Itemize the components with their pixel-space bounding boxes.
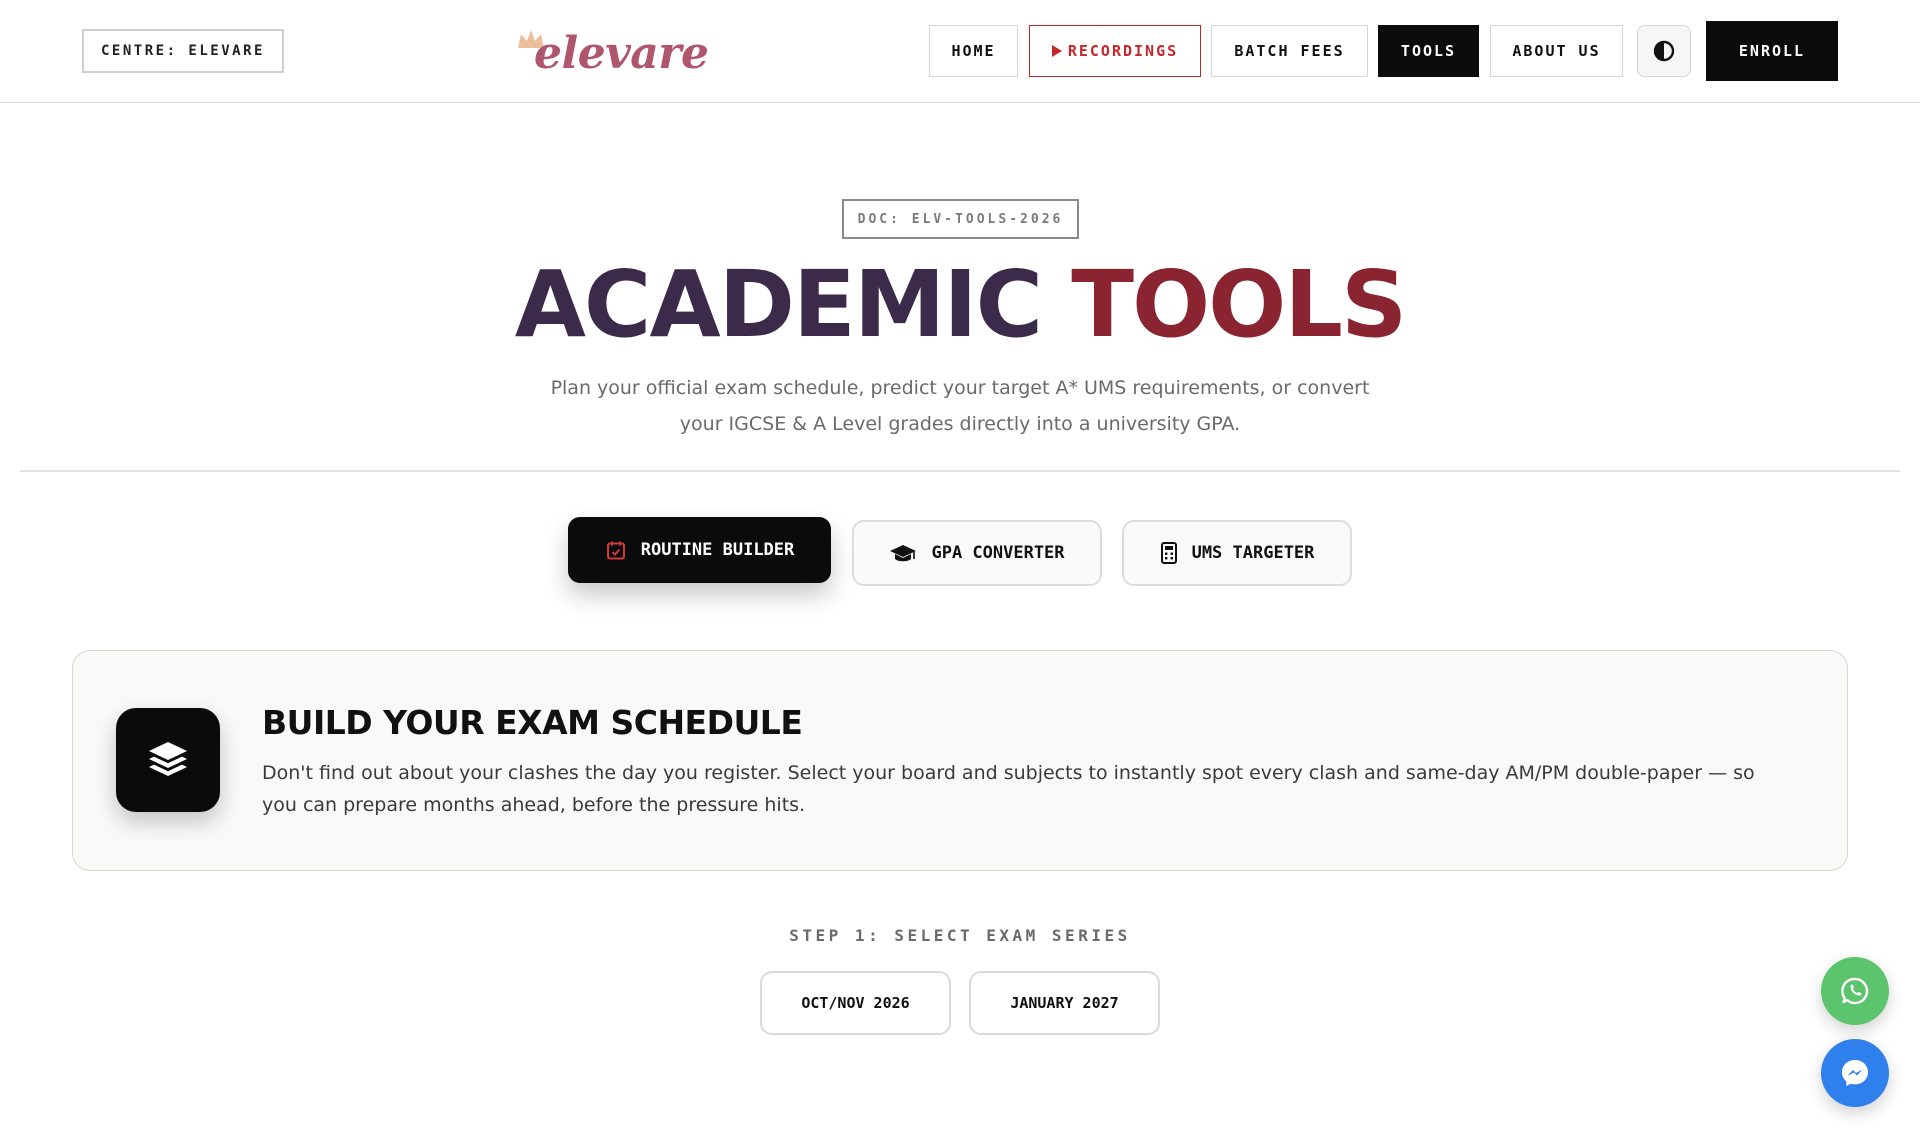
logo-wordmark: elevare: [534, 28, 709, 79]
schedule-info-card: BUILD YOUR EXAM SCHEDULE Don't find out …: [72, 650, 1848, 871]
series-option-label: OCT/NOV 2026: [801, 994, 910, 1012]
nav-about-us-label: ABOUT US: [1512, 42, 1601, 60]
page-title: ACADEMIC TOOLS: [0, 250, 1920, 360]
nav-home-label: HOME: [951, 42, 996, 60]
nav-batch-fees[interactable]: BATCH FEES: [1211, 25, 1368, 77]
card-description: Don't find out about your clashes the da…: [262, 762, 1755, 816]
graduation-cap-icon: [890, 545, 917, 562]
theme-toggle-button[interactable]: [1637, 25, 1691, 77]
nav-home[interactable]: HOME: [929, 25, 1018, 77]
whatsapp-button[interactable]: [1821, 957, 1889, 1025]
calculator-icon: [1160, 542, 1177, 564]
step-label: STEP 1: SELECT EXAM SERIES: [789, 926, 1131, 945]
doc-badge: DOC: ELV-TOOLS-2026: [842, 199, 1079, 239]
page-title-word-1: ACADEMIC: [514, 251, 1043, 358]
messenger-icon: [1842, 1060, 1868, 1086]
nav-about-us[interactable]: ABOUT US: [1490, 25, 1623, 77]
elevare-logo[interactable]: elevare: [516, 22, 709, 82]
page-title-word-2: TOOLS: [1071, 251, 1407, 358]
page-subtitle: Plan your official exam schedule, predic…: [540, 370, 1380, 442]
nav-recordings-label: RECORDINGS: [1067, 42, 1179, 60]
tab-routine-builder-label: ROUTINE BUILDER: [640, 540, 795, 560]
calendar-check-icon: [606, 541, 625, 560]
whatsapp-icon: [1841, 977, 1869, 1005]
layers-icon: [149, 742, 187, 776]
page-subtitle-line-2: your IGCSE & A Level grades directly int…: [679, 413, 1241, 435]
nav-recordings[interactable]: RECORDINGS: [1029, 25, 1201, 77]
series-option-january-2027[interactable]: JANUARY 2027: [969, 971, 1160, 1035]
card-icon-tile: [116, 708, 220, 812]
play-icon: [1051, 45, 1062, 57]
tab-gpa-converter[interactable]: GPA CONVERTER: [852, 520, 1102, 586]
page-subtitle-line-1: Plan your official exam schedule, predic…: [550, 377, 1370, 399]
section-divider: [20, 470, 1900, 472]
series-option-octnov-2026[interactable]: OCT/NOV 2026: [760, 971, 951, 1035]
tab-ums-targeter-label: UMS TARGETER: [1191, 543, 1315, 563]
series-option-label: JANUARY 2027: [1010, 994, 1119, 1012]
tab-routine-builder[interactable]: ROUTINE BUILDER: [568, 517, 831, 583]
top-navbar: CENTRE: ELEVARE elevare HOME RECORDINGS …: [0, 0, 1920, 103]
tab-ums-targeter[interactable]: UMS TARGETER: [1122, 520, 1352, 586]
nav-tools-label: TOOLS: [1400, 42, 1457, 60]
messenger-button[interactable]: [1821, 1039, 1889, 1107]
nav-tools[interactable]: TOOLS: [1378, 25, 1479, 77]
centre-badge: CENTRE: ELEVARE: [82, 29, 284, 73]
tab-gpa-converter-label: GPA CONVERTER: [931, 543, 1065, 563]
enroll-button[interactable]: ENROLL: [1706, 21, 1838, 81]
contrast-icon: [1653, 40, 1675, 62]
nav-batch-fees-label: BATCH FEES: [1234, 42, 1345, 60]
card-title: BUILD YOUR EXAM SCHEDULE: [262, 703, 803, 742]
